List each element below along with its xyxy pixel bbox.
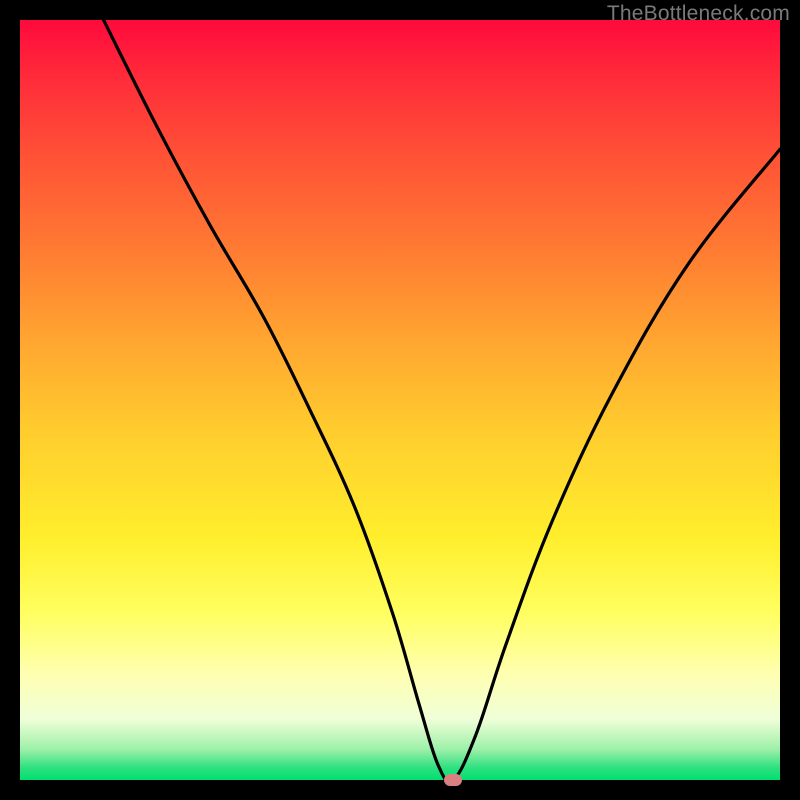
watermark-text: TheBottleneck.com (607, 2, 790, 26)
plot-area (20, 20, 780, 780)
optimal-point-marker (444, 774, 462, 786)
chart-frame: TheBottleneck.com (0, 0, 800, 800)
bottleneck-curve (20, 20, 780, 780)
